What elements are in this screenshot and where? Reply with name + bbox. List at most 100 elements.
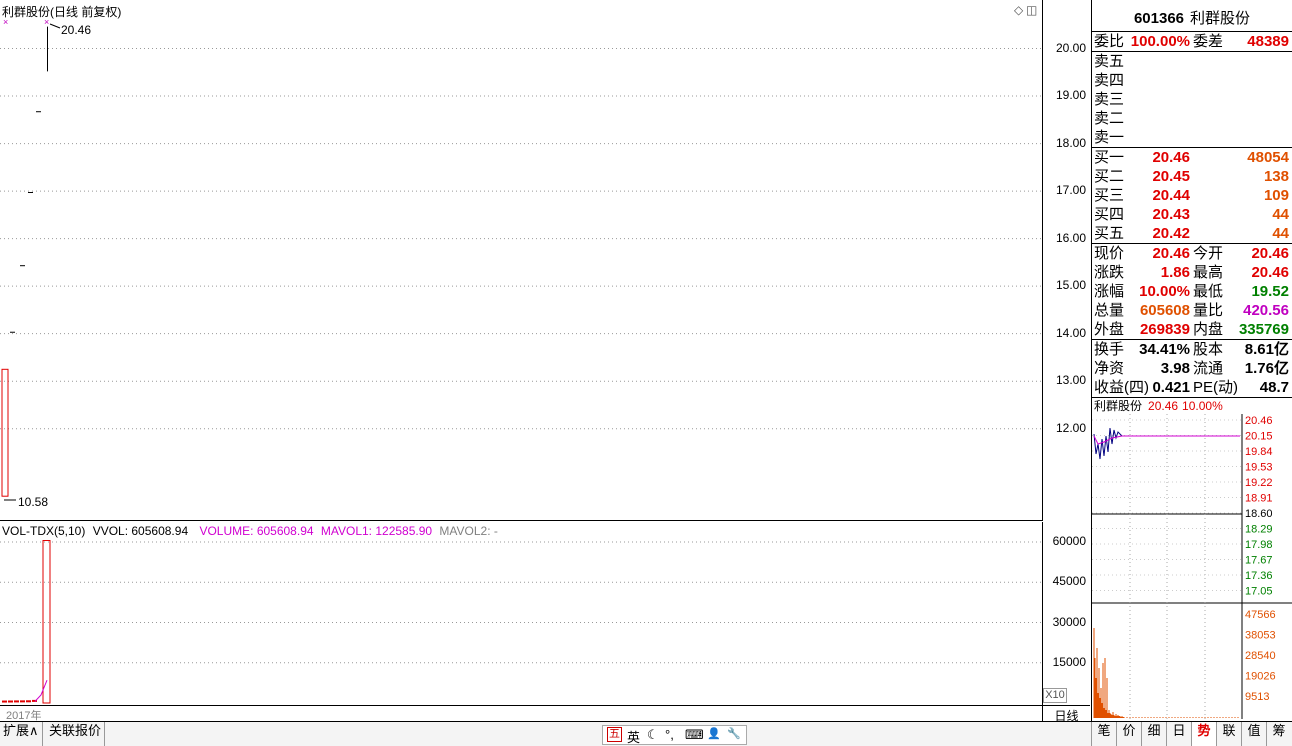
buy-row: 买二 20.45 138 [1092,167,1292,186]
mini-price-tick: 17.36 [1245,570,1273,582]
right-tab[interactable]: 日 [1166,722,1191,746]
stat-value: 20.46 [1152,245,1190,262]
moon-icon[interactable]: ☾ [647,727,659,743]
volume-axis: X10 60000 45000 30000 15000 [1042,522,1090,705]
ime-lang-icon[interactable]: 英 [627,727,640,746]
price-tick-label: 16.00 [1055,230,1086,245]
punctuation-icon[interactable]: °, [665,727,674,742]
buy-price: 20.45 [1152,168,1190,185]
right-tab[interactable]: 值 [1241,722,1266,746]
mavol-line [34,680,48,702]
fundamental-row: 净资 3.98 流通 1.76亿 [1092,359,1292,378]
right-tabs: 笔价细日势联值筹 [1091,722,1292,746]
right-tab[interactable]: 细 [1141,722,1166,746]
buy-row: 买五 20.42 44 [1092,224,1292,243]
date-axis: 2017年 [0,705,1042,722]
wrench-icon[interactable]: 🔧 [727,727,741,740]
fundamental-value: 1.76亿 [1244,360,1289,377]
volume-tick-label: 60000 [1052,534,1086,548]
right-tab[interactable]: 笔 [1091,722,1116,746]
fundamental-label: 收益(四) [1094,379,1149,396]
volume-chart[interactable]: VOL-TDX(5,10) VVOL: 605608.94 VOLUME: 60… [0,522,1042,705]
right-tab[interactable]: 势 [1191,722,1216,746]
mini-price-tick: 17.98 [1245,539,1273,551]
buy-volume: 44 [1272,225,1289,242]
price-chart[interactable]: 利群股份(日线 前复权) ◇ ◫ × × 20.46 10.58 [0,0,1042,521]
mini-chart-title: 利群股份 20.46 10.00% [1092,398,1292,414]
mini-price-tick: 18.29 [1245,524,1273,536]
buy-volume: 48054 [1247,149,1289,166]
volume-plot [0,539,1042,704]
stock-name: 利群股份 [1190,10,1251,27]
high-arrow [49,23,61,29]
price-tick-label: 19.00 [1055,88,1086,103]
stat-label: 最高 [1193,264,1224,281]
high-price-label: 20.46 [61,23,92,37]
sell-row: 卖二 [1092,109,1292,128]
price-tick-label: 15.00 [1055,278,1086,293]
price-tick-label: 17.00 [1055,183,1086,198]
buy-volume: 44 [1272,206,1289,223]
buy-volume: 109 [1263,187,1289,204]
stat-label: 总量 [1094,302,1125,319]
ime-toolbar[interactable]: 五 英 ☾ °, ⌨ 👤 🔧 [602,725,747,745]
stat-value: 335769 [1238,321,1289,338]
mini-pct: 10.00% [1182,399,1223,413]
period-label[interactable]: 日线 [1042,705,1090,723]
buy-row: 买四 20.43 44 [1092,205,1292,224]
volume-tick-label: 45000 [1052,574,1086,589]
volume-bar [42,539,51,704]
buy-volume: 138 [1263,168,1289,185]
mini-vol-tick: 9513 [1245,691,1269,703]
fundamental-row: 收益(四) 0.421 PE(动) 48.7 [1092,378,1292,397]
sell-row: 卖五 [1092,52,1292,71]
price-plot: × × [0,17,1042,501]
mini-price-tick: 17.05 [1245,586,1273,598]
mini-vol-tick: 19026 [1245,671,1276,683]
fundamental-label: 净资 [1094,360,1125,377]
stat-label: 内盘 [1193,321,1224,338]
weibi-label: 委比 [1094,33,1125,50]
weibi-value: 100.00% [1130,33,1190,50]
price-axis: 20.00 19.00 18.00 17.00 16.00 15.00 14.00 13.00… [1042,0,1090,521]
sell-label: 卖三 [1094,91,1125,108]
right-tab[interactable]: 价 [1116,722,1141,746]
sell-row: 卖一 [1092,128,1292,147]
fundamentals: 换手 34.41% 股本 8.61亿 净资 3.98 流通 1.76亿 收益(四) 0.421 PE… [1092,340,1292,398]
mini-price-tick: 20.15 [1245,431,1273,443]
sell-row: 卖三 [1092,90,1292,109]
weibi-row: 委比 100.00% 委差 48389 [1092,32,1292,51]
ime-mode-icon[interactable]: 五 [607,727,622,742]
buy-label: 买五 [1094,225,1125,242]
price-stats: 现价 20.46 今开 20.46 涨跌 1.86 最高 20.46 涨幅 10.00% 最低 19.… [1092,244,1292,340]
mini-price-tick: 19.84 [1245,446,1273,458]
mini-price-tick: 20.46 [1245,415,1273,427]
volume-tick-label: 15000 [1052,654,1086,669]
stat-row: 涨跌 1.86 最高 20.46 [1092,263,1292,282]
sell-label: 卖四 [1094,72,1125,89]
intraday-chart[interactable]: 20.46 20.15 19.84 19.53 19.22 18.91 18.60 18.29… [1092,414,1292,719]
right-tab[interactable]: 筹 [1266,722,1291,746]
fundamental-value: 3.98 [1160,360,1190,377]
buy-label: 买二 [1094,168,1125,185]
fundamental-value: 8.61亿 [1244,341,1289,358]
mini-price-tick: 19.53 [1245,462,1273,474]
mini-price-tick: 17.67 [1245,555,1273,567]
user-icon[interactable]: 👤 [707,727,721,740]
keyboard-icon[interactable]: ⌨ [685,727,704,743]
stat-label: 现价 [1094,245,1125,262]
price-tick-label: 18.00 [1055,135,1086,150]
stat-label: 涨跌 [1094,264,1125,281]
mini-price: 20.46 [1148,399,1179,413]
tab-expand[interactable]: 扩展∧ [0,722,43,746]
fundamental-label: PE(动) [1193,379,1239,396]
stock-code: 601366 [1133,10,1185,27]
mini-vol-tick: 38053 [1245,630,1276,642]
sell-label: 卖二 [1094,110,1125,127]
stock-header: 601366 利群股份 [1092,0,1292,32]
unit-badge[interactable]: X10 [1043,688,1067,703]
price-tick-label: 13.00 [1055,373,1086,388]
tab-related-quotes[interactable]: 关联报价 [46,722,106,746]
sell-row: 卖四 [1092,71,1292,90]
right-tab[interactable]: 联 [1216,722,1241,746]
